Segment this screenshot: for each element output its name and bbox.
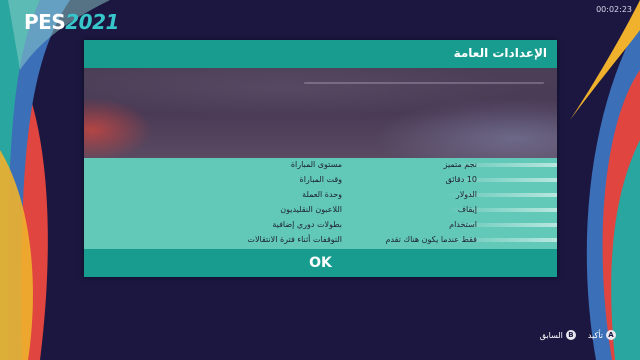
setting-value: نجم متميز	[443, 160, 477, 169]
pes-logo: PES2021	[24, 10, 119, 36]
confirm-label: تأكيد	[587, 330, 603, 340]
setting-label: مستوى المباراة	[290, 160, 342, 169]
setting-label: بطولات دوري إضافية	[272, 220, 342, 229]
setting-value: إيقاف	[457, 205, 477, 214]
setting-row-extra-leagues[interactable]: بطولات دوري إضافية استخدام	[84, 218, 557, 233]
blurred-text-line	[304, 82, 544, 84]
settings-list: مستوى المباراة نجم متميز وقت المباراة 10…	[84, 158, 557, 249]
back-label: السابق	[539, 330, 563, 340]
setting-row-classic-players[interactable]: اللاعبون النقليديون إيقاف	[84, 203, 557, 218]
setting-label: وحدة العملة	[302, 190, 342, 199]
confirm-hint[interactable]: A تأكيد	[588, 330, 616, 340]
general-settings-dialog: الإعدادات العامة مستوى المباراة نجم متمي…	[84, 40, 557, 277]
setting-row-transfer-stops[interactable]: التوقفات أثناء فترة الانتقالات فقط عندما…	[84, 233, 557, 248]
blurred-preview	[84, 68, 557, 158]
setting-label: اللاعبون النقليديون	[280, 205, 342, 214]
b-button-icon: B	[565, 330, 576, 340]
back-hint[interactable]: B السابق	[540, 330, 576, 340]
setting-label: وقت المباراة	[299, 175, 343, 184]
ok-button[interactable]: OK	[84, 249, 557, 277]
setting-row-match-level[interactable]: مستوى المباراة نجم متميز	[84, 158, 557, 173]
setting-label: التوقفات أثناء فترة الانتقالات	[247, 235, 342, 244]
setting-value: استخدام	[449, 220, 477, 229]
button-hints: A تأكيد B السابق	[532, 328, 616, 342]
clock: 00:02:23	[596, 5, 632, 14]
a-button-icon: A	[606, 330, 616, 340]
dialog-title: الإعدادات العامة	[453, 46, 547, 60]
logo-prefix: PES	[24, 10, 66, 34]
setting-row-match-time[interactable]: وقت المباراة 10 دقائق	[84, 173, 557, 188]
dialog-header: الإعدادات العامة	[84, 40, 557, 68]
setting-value: الدولار	[455, 190, 477, 199]
ok-button-label: OK	[309, 255, 332, 271]
setting-value: فقط عندما يكون هناك تقدم	[385, 235, 478, 244]
setting-value: 10 دقائق	[445, 175, 477, 184]
setting-row-currency[interactable]: وحدة العملة الدولار	[84, 188, 557, 203]
logo-year: 2021	[65, 10, 119, 34]
